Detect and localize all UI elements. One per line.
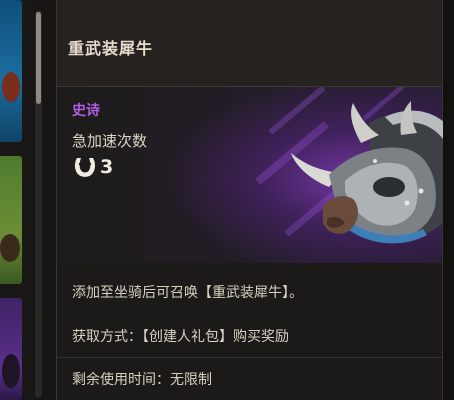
divider bbox=[57, 357, 442, 358]
list-card-mount-purple[interactable] bbox=[0, 298, 22, 400]
item-tooltip: 重武装犀牛 史诗 急加速次数 3 添加至坐骑后可召唤【重武装犀牛】。 获取方式：… bbox=[56, 0, 454, 400]
remaining-time: 剩余使用时间：无限制 bbox=[72, 372, 212, 388]
item-title: 重武装犀牛 bbox=[68, 39, 154, 58]
rhino-armor-image bbox=[291, 101, 454, 244]
scrollbar-thumb[interactable] bbox=[36, 12, 41, 104]
list-card-mount-green[interactable] bbox=[0, 156, 22, 284]
window-edge bbox=[443, 0, 454, 400]
stat-label: 急加速次数 bbox=[72, 132, 148, 150]
item-description: 添加至坐骑后可召唤【重武装犀牛】。 bbox=[72, 285, 303, 301]
stat-value: 3 bbox=[100, 156, 114, 178]
mount-thumbnail bbox=[0, 234, 20, 262]
tooltip-header: 重武装犀牛 bbox=[57, 0, 442, 87]
mount-thumbnail bbox=[2, 354, 20, 388]
obtain-method: 获取方式：【创建人礼包】购买奖励 bbox=[72, 329, 289, 345]
horseshoe-icon bbox=[74, 158, 96, 177]
rarity-label: 史诗 bbox=[72, 103, 100, 119]
stat-row: 3 bbox=[72, 154, 113, 180]
mount-thumbnail bbox=[2, 72, 20, 102]
list-card-mount-blue[interactable] bbox=[0, 0, 22, 142]
item-list bbox=[0, 0, 34, 400]
app-root: 重武装犀牛 史诗 急加速次数 3 添加至坐骑后可召唤【重武装犀牛】。 获取方式：… bbox=[0, 0, 454, 400]
